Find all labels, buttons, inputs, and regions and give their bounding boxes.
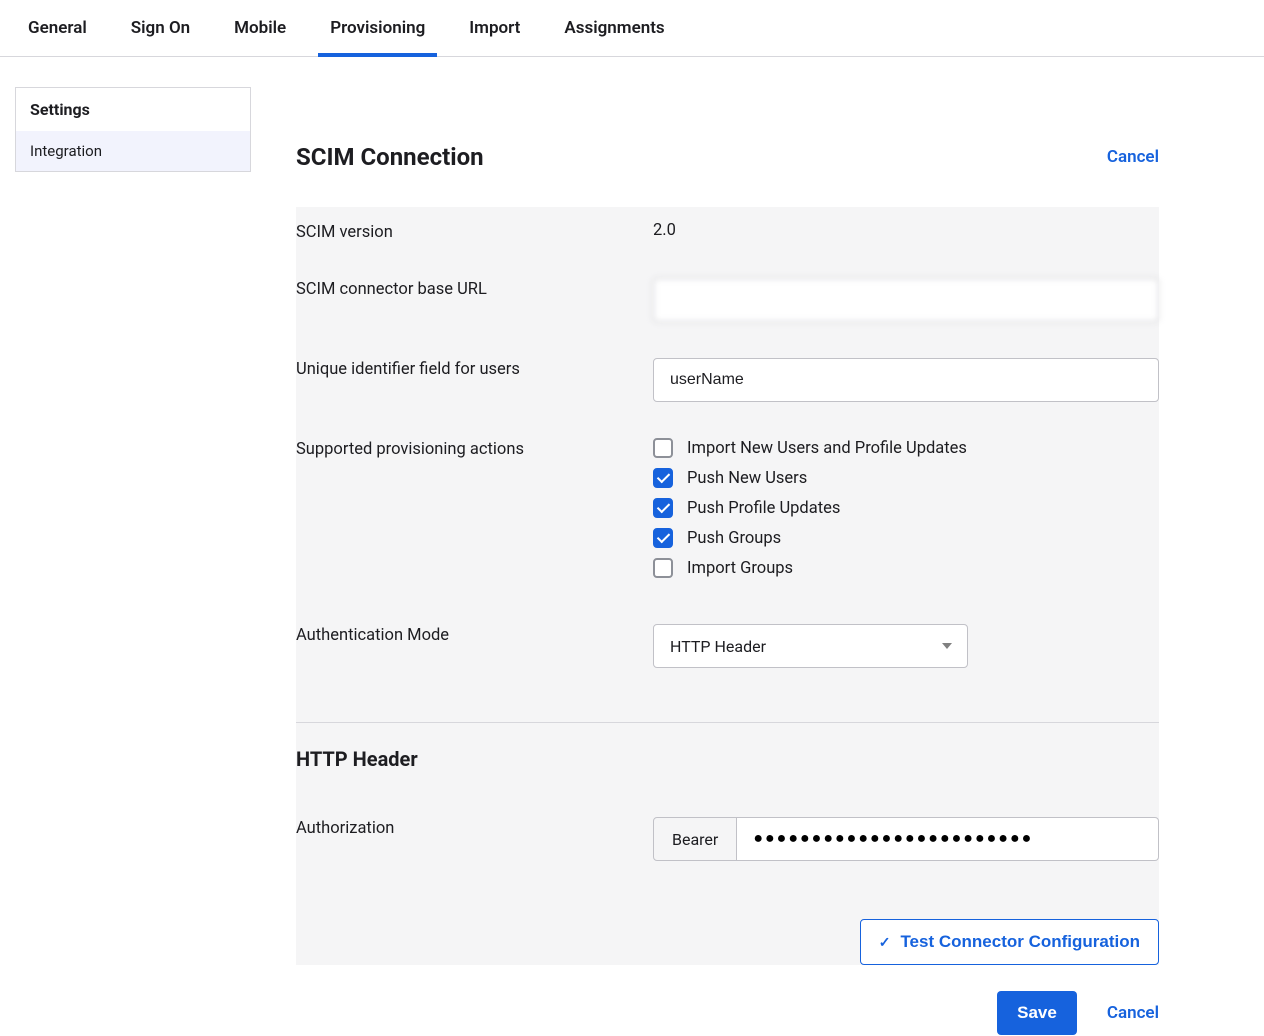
tab-general[interactable]: General	[28, 0, 87, 56]
test-connector-button[interactable]: ✓ Test Connector Configuration	[860, 919, 1159, 965]
checkbox-import-groups-label: Import Groups	[687, 559, 793, 578]
chevron-down-icon	[942, 643, 952, 649]
tab-mobile[interactable]: Mobile	[234, 0, 286, 56]
http-header-title: HTTP Header	[296, 747, 1159, 771]
cancel-link-top[interactable]: Cancel	[1107, 147, 1159, 167]
checkbox-push-profile-updates-label: Push Profile Updates	[687, 499, 840, 518]
checkbox-push-groups-label: Push Groups	[687, 529, 781, 548]
base-url-label: SCIM connector base URL	[296, 278, 653, 322]
unique-id-label: Unique identifier field for users	[296, 358, 653, 402]
tab-bar: General Sign On Mobile Provisioning Impo…	[0, 0, 1264, 57]
test-connector-label: Test Connector Configuration	[900, 932, 1140, 952]
checkbox-import-users[interactable]	[653, 438, 673, 458]
checkbox-push-new-users-label: Push New Users	[687, 469, 807, 488]
sidebar-item-integration[interactable]: Integration	[16, 131, 250, 171]
authorization-label: Authorization	[296, 817, 653, 861]
checkbox-import-users-label: Import New Users and Profile Updates	[687, 439, 967, 458]
sidebar-heading: Settings	[16, 88, 250, 131]
checkbox-push-profile-updates[interactable]	[653, 498, 673, 518]
cancel-link-bottom[interactable]: Cancel	[1107, 1003, 1159, 1023]
base-url-input[interactable]	[653, 278, 1159, 322]
tab-provisioning[interactable]: Provisioning	[330, 0, 425, 56]
save-button[interactable]: Save	[997, 991, 1077, 1035]
auth-mode-label: Authentication Mode	[296, 624, 653, 668]
checkbox-push-new-users[interactable]	[653, 468, 673, 488]
section-title: SCIM Connection	[296, 143, 484, 171]
bearer-token-input[interactable]	[737, 817, 1159, 861]
auth-mode-value: HTTP Header	[670, 637, 766, 656]
checkbox-push-groups[interactable]	[653, 528, 673, 548]
check-icon: ✓	[879, 934, 891, 951]
bearer-prefix: Bearer	[653, 817, 737, 861]
sidebar: Settings Integration	[15, 87, 251, 172]
checkbox-import-groups[interactable]	[653, 558, 673, 578]
scim-version-label: SCIM version	[296, 221, 653, 242]
scim-version-value: 2.0	[653, 221, 1159, 242]
unique-id-input[interactable]	[653, 358, 1159, 402]
auth-mode-select[interactable]: HTTP Header	[653, 624, 968, 668]
actions-label: Supported provisioning actions	[296, 438, 653, 588]
tab-sign-on[interactable]: Sign On	[131, 0, 190, 56]
tab-import[interactable]: Import	[469, 0, 520, 56]
tab-assignments[interactable]: Assignments	[564, 0, 664, 56]
